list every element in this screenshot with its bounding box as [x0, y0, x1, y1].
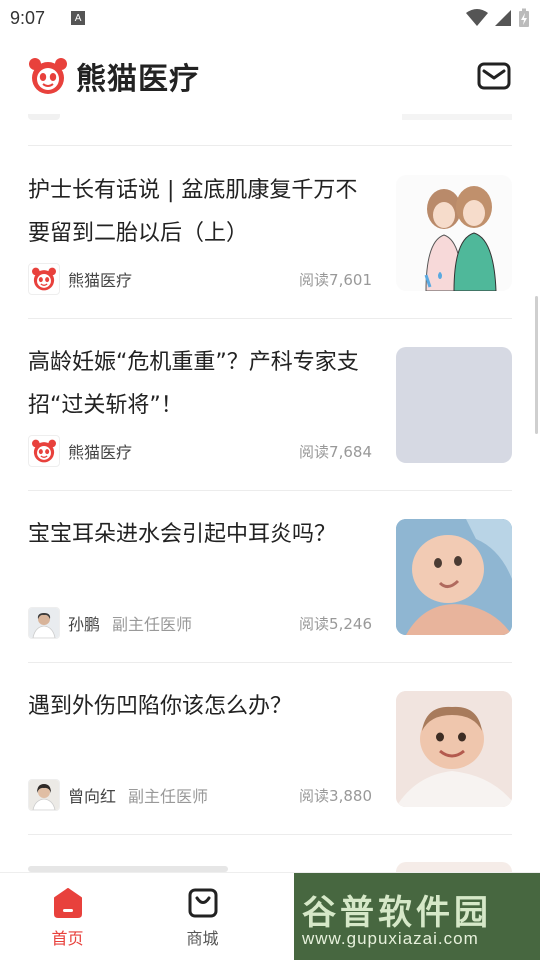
notification-icon: A	[71, 11, 86, 25]
panda-logo-icon	[29, 58, 67, 94]
app-name: 熊猫医疗	[76, 62, 200, 97]
panda-logo-icon	[32, 439, 56, 463]
read-count: 阅读3,880	[299, 786, 372, 805]
article-feed[interactable]: 护士长有话说 | 盆底肌康复千万不要留到二胎以后（上） 熊猫医疗 阅读7,601	[0, 114, 540, 872]
avatar	[28, 263, 60, 295]
article-card[interactable]: 护士长有话说 | 盆底肌康复千万不要留到二胎以后（上） 熊猫医疗 阅读7,601	[28, 147, 512, 319]
article-meta: 熊猫医疗 阅读7,601	[28, 263, 372, 295]
article-meta: 熊猫医疗 阅读7,684	[28, 435, 372, 467]
status-icons	[466, 8, 530, 28]
shopping-bag-icon	[188, 888, 217, 918]
nav-label: 商城	[186, 929, 219, 948]
home-icon	[53, 888, 82, 918]
mail-icon	[477, 62, 511, 90]
nav-label: 首页	[51, 929, 84, 948]
article-thumbnail	[396, 691, 512, 807]
status-bar: 9:07 A	[0, 0, 540, 36]
status-time: 9:07	[10, 7, 46, 28]
article-title: 遇到外伤凹陷你该怎么办？	[28, 694, 293, 719]
article-card[interactable]: 高龄妊娠“危机重重”？产科专家支招“过关斩将”！ 熊猫医疗 阅读7,684	[28, 319, 512, 491]
author-name: 熊猫医疗	[68, 443, 133, 462]
author-name: 曾向红	[68, 787, 117, 806]
article-card[interactable]: 遇到外伤凹陷你该怎么办？ 曾向红 副主任医师 阅读3,880	[28, 663, 512, 835]
app-header: 熊猫医疗	[0, 38, 540, 114]
avatar	[28, 779, 60, 811]
article-title: 宝宝耳朵进水会引起中耳炎吗？	[28, 522, 337, 547]
watermark-url: www.gupuxiazai.com	[302, 929, 479, 948]
watermark: 谷普软件园 www.gupuxiazai.com	[294, 873, 540, 960]
article-meta: 孙鹏 副主任医师 阅读5,246	[28, 607, 372, 639]
nav-mall[interactable]: 商城	[135, 873, 270, 960]
nav-home[interactable]: 首页	[0, 873, 135, 960]
signal-icon	[495, 10, 511, 26]
author-name: 熊猫医疗	[68, 271, 133, 290]
battery-icon	[519, 8, 529, 27]
partial-article	[28, 836, 512, 872]
article-meta: 曾向红 副主任医师 阅读3,880	[28, 779, 372, 811]
partial-article	[28, 114, 512, 146]
article-thumbnail-placeholder	[396, 347, 512, 463]
article-title: 护士长有话说 | 盆底肌康复千万不要留到二胎以后（上）	[28, 178, 358, 246]
wifi-icon	[466, 9, 488, 26]
article-thumbnail	[396, 175, 512, 291]
article-title: 高龄妊娠“危机重重”？产科专家支招“过关斩将”！	[28, 350, 359, 418]
read-count: 阅读5,246	[299, 614, 372, 633]
scrollbar[interactable]	[535, 296, 538, 434]
panda-logo-icon	[32, 267, 56, 291]
avatar	[28, 607, 60, 639]
avatar	[28, 435, 60, 467]
message-button[interactable]	[476, 58, 512, 94]
watermark-title: 谷普软件园	[302, 893, 492, 933]
app-logo: 熊猫医疗	[28, 54, 200, 98]
author-name: 孙鹏	[68, 615, 101, 634]
read-count: 阅读7,601	[299, 270, 372, 289]
author-title: 副主任医师	[112, 615, 193, 634]
article-thumbnail	[396, 519, 512, 635]
read-count: 阅读7,684	[299, 442, 372, 461]
author-title: 副主任医师	[128, 787, 209, 806]
article-card[interactable]: 宝宝耳朵进水会引起中耳炎吗？ 孙鹏 副主任医师 阅读5,246	[28, 491, 512, 663]
